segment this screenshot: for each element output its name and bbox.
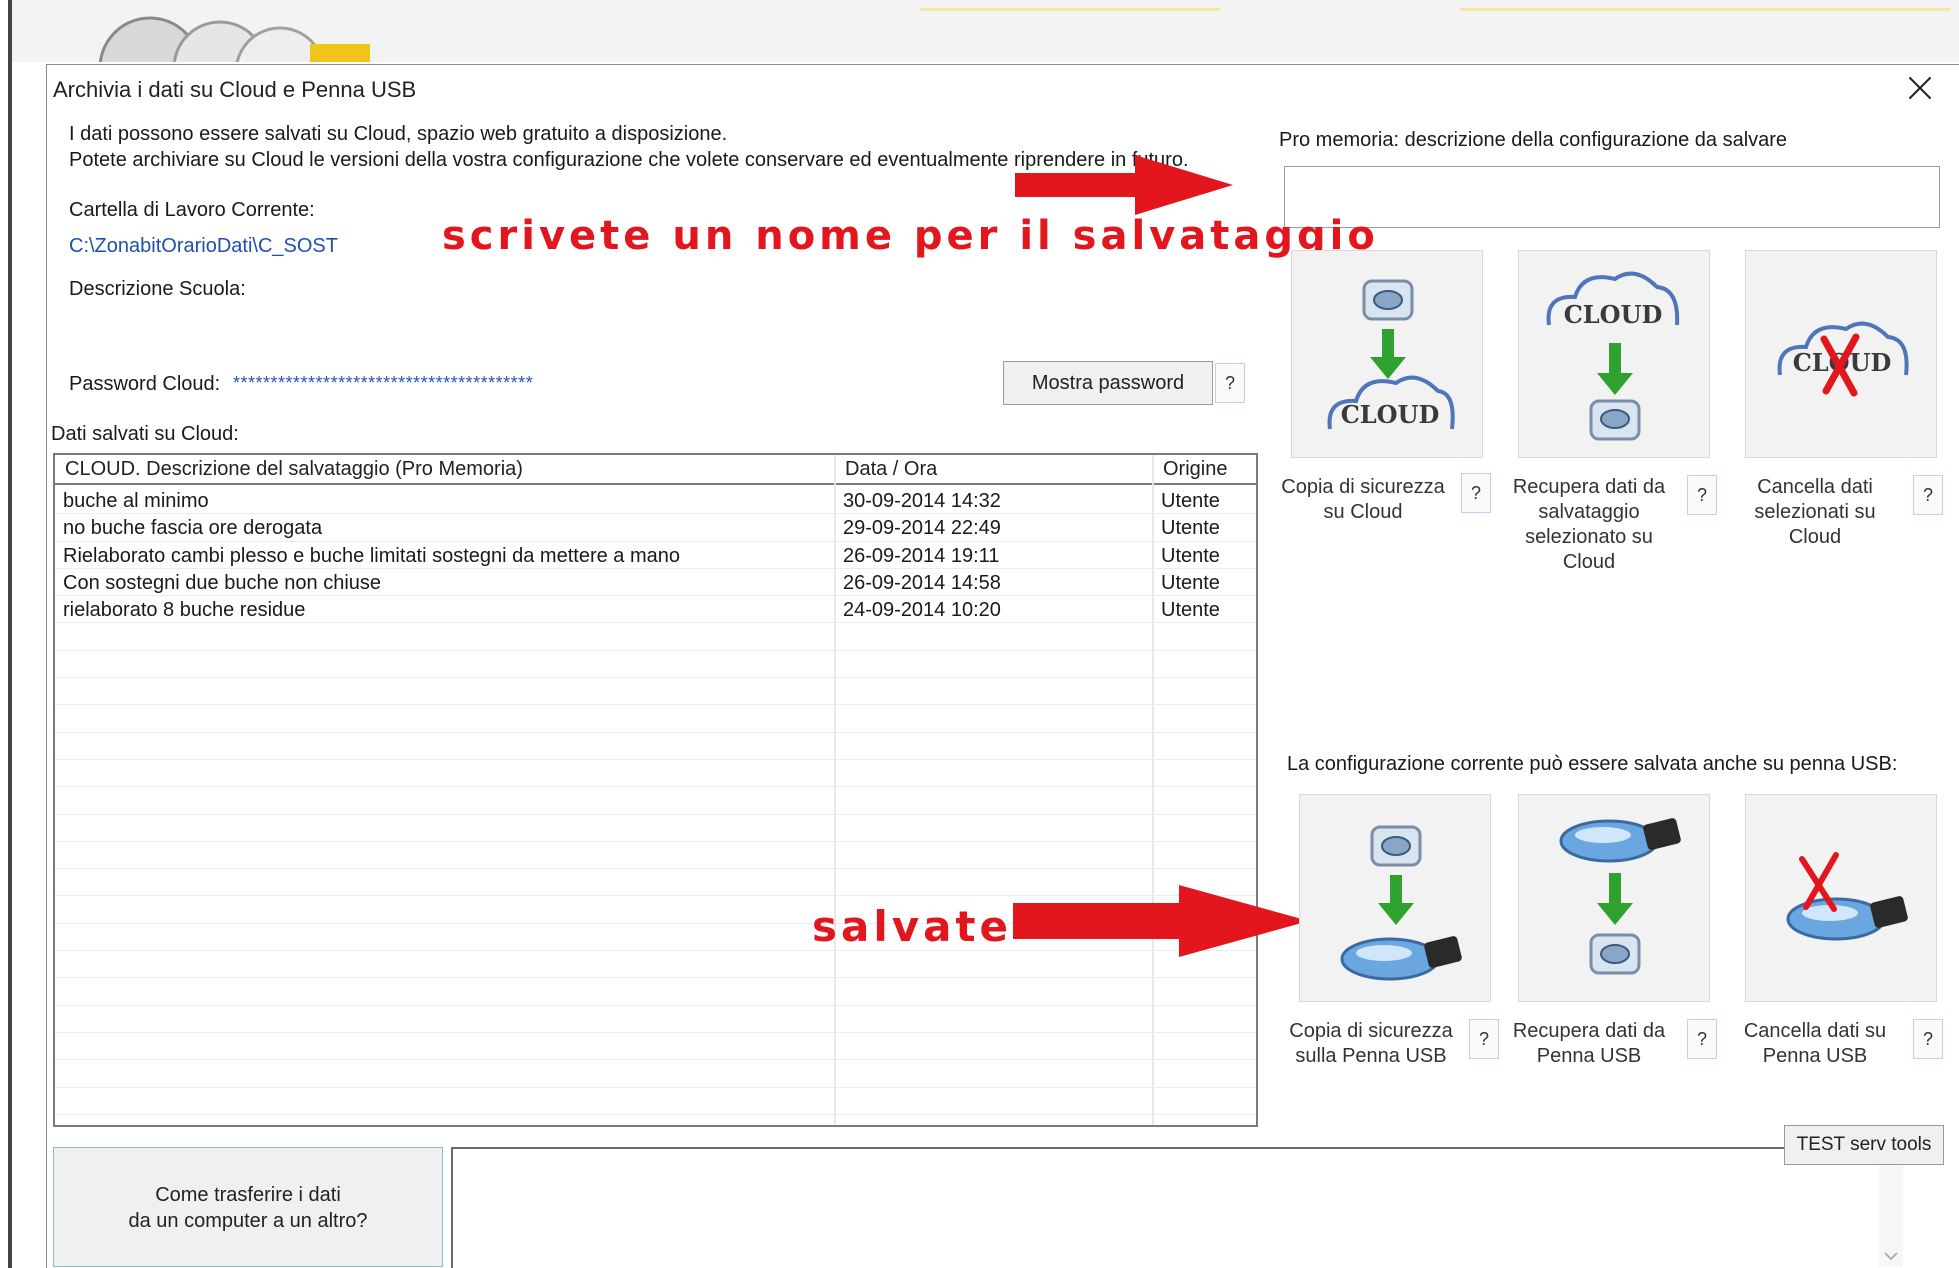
background-decoration [1460, 8, 1950, 11]
usb-delete-icon [1786, 852, 1908, 941]
table-row-empty[interactable] [55, 733, 1256, 760]
test-serv-tools-button[interactable]: TEST serv tools [1784, 1125, 1944, 1165]
archive-dialog: Archivia i dati su Cloud e Penna USB I d… [46, 64, 1959, 1268]
background-logo-icon [98, 16, 370, 62]
password-help-button[interactable]: ? [1215, 363, 1245, 403]
table-row[interactable]: buche al minimo 30-09-2014 14:32 Utente [55, 487, 1256, 515]
delete-cloud-data-tile[interactable]: CLOUD [1745, 250, 1937, 458]
cell-origin: Utente [1161, 599, 1220, 622]
delete-usb-data-label: Cancella dati su Penna USB [1743, 1020, 1887, 1067]
usb-to-disk-icon [1559, 818, 1681, 975]
restore-from-cloud-label: Recupera dati da salvataggio selezionato s… [1512, 476, 1666, 573]
memo-label: Pro memoria: descrizione della configura… [1279, 129, 1788, 151]
usb-section-label: La configurazione corrente può essere sa… [1287, 753, 1898, 775]
backup-to-usb-tile[interactable] [1299, 794, 1491, 1002]
backup-to-usb-help-button[interactable]: ? [1469, 1019, 1499, 1059]
backup-to-cloud-tile[interactable]: CLOUD [1291, 250, 1483, 458]
cell-description: Con sostegni due buche non chiuse [63, 571, 382, 594]
table-row-empty[interactable] [55, 1033, 1256, 1061]
show-password-button[interactable]: Mostra password [1003, 361, 1213, 405]
table-row-empty[interactable] [55, 760, 1256, 788]
cell-date: 26-09-2014 14:58 [843, 571, 1001, 594]
red-arrow-icon [1015, 155, 1233, 215]
cell-description: rielaborato 8 buche residue [63, 599, 306, 622]
cloud-icon-text: CLOUD [1564, 300, 1663, 329]
table-row-empty[interactable] [55, 705, 1256, 733]
column-header-description[interactable]: CLOUD. Descrizione del salvataggio (Pro … [65, 458, 523, 481]
backup-to-cloud-label: Copia di sicurezza su Cloud [1281, 476, 1445, 523]
delete-cloud-data-label: Cancella dati selezionati su Cloud [1754, 476, 1876, 548]
close-icon[interactable] [1903, 71, 1937, 105]
column-header-origin[interactable]: Origine [1163, 458, 1227, 481]
disk-to-cloud-icon: CLOUD [1327, 279, 1455, 430]
table-row[interactable]: Rielaborato cambi plesso e buche limitat… [55, 542, 1256, 569]
table-row-empty[interactable] [55, 842, 1256, 870]
cell-date: 29-09-2014 22:49 [843, 517, 1001, 540]
table-row-empty[interactable] [55, 623, 1256, 651]
background-window-edge [8, 0, 12, 1268]
table-row-empty[interactable] [55, 651, 1256, 679]
cell-description: Rielaborato cambi plesso e buche limitat… [63, 544, 680, 567]
cell-description: buche al minimo [63, 490, 209, 512]
cell-origin: Utente [1161, 571, 1220, 594]
log-textarea[interactable] [451, 1147, 1941, 1268]
delete-usb-data-tile[interactable] [1745, 794, 1937, 1002]
cell-date: 26-09-2014 19:11 [843, 544, 1000, 567]
table-row[interactable]: Con sostegni due buche non chiuse 26-09-2… [55, 569, 1256, 597]
transfer-help-button[interactable]: Come trasferire i dati da un computer a u… [53, 1147, 443, 1267]
password-value: **************************************** [233, 373, 534, 393]
school-label: Descrizione Scuola: [69, 278, 246, 300]
intro-text-1: I dati possono essere salvati su Cloud, … [69, 123, 728, 145]
table-row[interactable]: rielaborato 8 buche residue 24-09-2014 10… [55, 596, 1256, 624]
disk-to-usb-icon [1340, 825, 1462, 981]
table-row-empty[interactable] [55, 678, 1256, 706]
table-header: CLOUD. Descrizione del salvataggio (Pro … [55, 455, 1256, 485]
saved-data-label: Dati salvati su Cloud: [51, 423, 239, 445]
cloud-delete-icon: CLOUD [1777, 321, 1909, 397]
delete-cloud-data-help-button[interactable]: ? [1913, 475, 1943, 515]
column-header-date[interactable]: Data / Ora [845, 458, 937, 481]
restore-from-cloud-tile[interactable]: CLOUD [1518, 250, 1710, 458]
table-row-empty[interactable] [55, 787, 1256, 815]
restore-from-usb-help-button[interactable]: ? [1687, 1019, 1717, 1059]
table-row-empty[interactable] [55, 1006, 1256, 1033]
backup-to-usb-label: Copia di sicurezza sulla Penna USB [1289, 1020, 1453, 1067]
cell-origin: Utente [1161, 544, 1220, 567]
cell-origin: Utente [1161, 490, 1220, 512]
restore-from-cloud-help-button[interactable]: ? [1687, 475, 1717, 515]
saved-data-table[interactable]: CLOUD. Descrizione del salvataggio (Pro … [53, 453, 1258, 1127]
restore-from-usb-label: Recupera dati da Penna USB [1512, 1020, 1666, 1067]
folder-path: C:\ZonabitOrarioDati\C_SOST [69, 235, 338, 257]
folder-label: Cartella di Lavoro Corrente: [69, 199, 315, 221]
log-scrollbar[interactable] [1879, 1155, 1903, 1267]
password-label: Password Cloud: [69, 373, 221, 395]
table-row-empty[interactable] [55, 1060, 1256, 1088]
background-decoration [920, 8, 1220, 11]
chevron-down-icon [1884, 1252, 1898, 1261]
cloud-to-disk-icon: CLOUD [1546, 271, 1680, 441]
table-row-empty[interactable] [55, 1088, 1256, 1115]
cell-date: 24-09-2014 10:20 [843, 599, 1001, 622]
cell-date: 30-09-2014 14:32 [843, 490, 1001, 512]
delete-usb-data-help-button[interactable]: ? [1913, 1019, 1943, 1059]
table-row-empty[interactable] [55, 978, 1256, 1006]
table-row-empty[interactable] [55, 815, 1256, 842]
cell-description: no buche fascia ore derogata [63, 517, 323, 540]
backup-to-cloud-help-button[interactable]: ? [1461, 473, 1491, 513]
dialog-title: Archivia i dati su Cloud e Penna USB [53, 77, 417, 102]
red-arrow-icon [1013, 885, 1309, 957]
cell-origin: Utente [1161, 517, 1220, 540]
cloud-icon-text: CLOUD [1341, 400, 1440, 429]
table-row[interactable]: no buche fascia ore derogata 29-09-2014 2… [55, 514, 1256, 542]
restore-from-usb-tile[interactable] [1518, 794, 1710, 1002]
memo-input[interactable] [1284, 166, 1940, 228]
annotation-write-name: scrivete un nome per il salvataggio [442, 213, 1379, 259]
table-body: buche al minimo 30-09-2014 14:32 Utente no … [55, 487, 1256, 1115]
annotation-save: salvate [812, 902, 1013, 951]
